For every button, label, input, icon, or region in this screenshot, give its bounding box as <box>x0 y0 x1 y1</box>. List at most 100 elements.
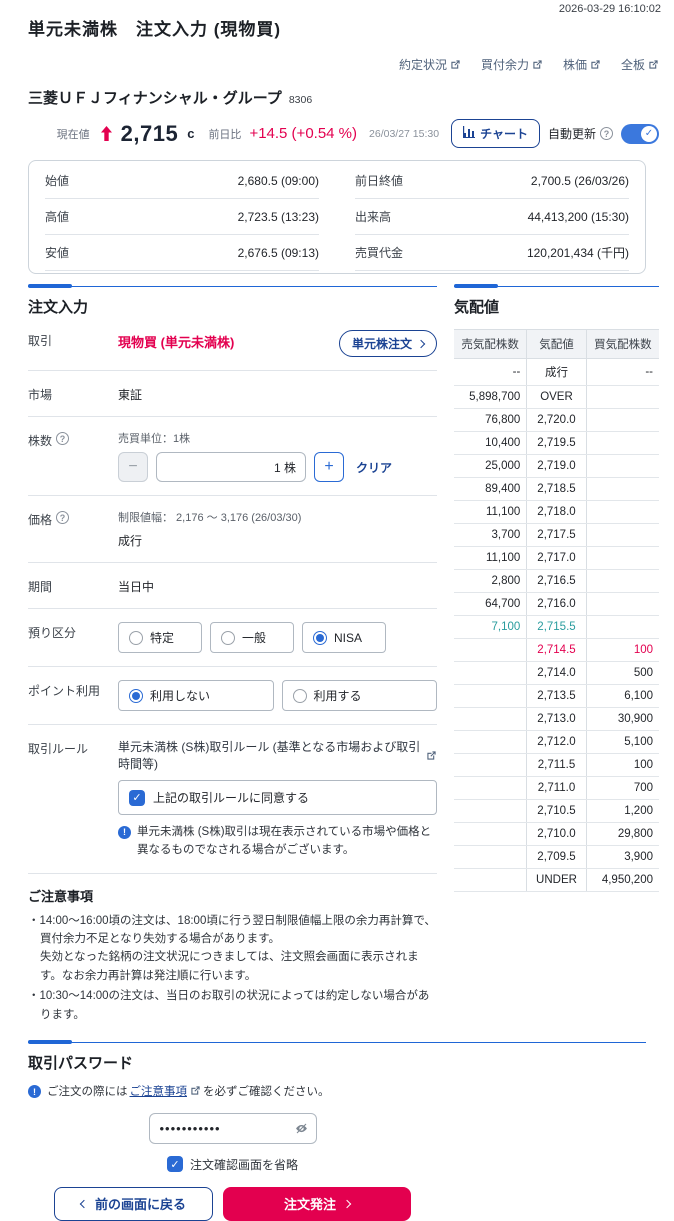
quote-row: 11,100 2,717.0 <box>454 546 659 570</box>
buy-quantity-cell: 6,100 <box>585 684 659 708</box>
page-title: 単元未満株 注文入力 (現物買) <box>28 20 282 39</box>
external-link-icon <box>648 59 659 70</box>
quote-row: 2,713.5 6,100 <box>454 684 659 708</box>
price-label-text: 価格 <box>28 513 53 527</box>
account-option-nisa[interactable]: NISA <box>302 622 386 653</box>
quote-price-cell: 2,712.0 <box>526 730 587 754</box>
quantity-minus-button[interactable]: − <box>118 452 148 482</box>
quantity-label: 株数 ? <box>28 430 118 482</box>
checkbox-checked-icon: ✓ <box>166 1156 183 1173</box>
chart-button[interactable]: チャート <box>451 119 540 148</box>
price-up-arrow-icon <box>100 126 113 141</box>
quantity-input[interactable] <box>156 452 306 482</box>
col-quote-price: 気配値 <box>526 329 587 359</box>
points-option-yes[interactable]: 利用する <box>281 680 437 711</box>
info-icon: ! <box>28 1085 41 1099</box>
row-period: 期間 当日中 <box>28 563 437 609</box>
trading-rules-link[interactable]: 単元未満株 (S株)取引ルール (基準となる市場および取引時間等) <box>118 738 437 772</box>
skip-confirm-checkbox[interactable]: ✓ 注文確認画面を省略 <box>166 1156 298 1173</box>
quote-price-cell: 2,719.0 <box>526 454 587 478</box>
link-full-board[interactable]: 全板 <box>621 56 659 73</box>
buy-quantity-cell: 30,900 <box>585 707 659 731</box>
quote-price-cell: 2,711.0 <box>526 776 587 800</box>
row-trading-rules: 取引ルール 単元未満株 (S株)取引ルール (基準となる市場および取引時間等) … <box>28 725 437 874</box>
period-label: 期間 <box>28 580 53 594</box>
current-price: 2,715 <box>120 120 179 146</box>
current-price-label: 現在値 <box>56 128 90 141</box>
quote-row: 2,710.5 1,200 <box>454 799 659 823</box>
unit-share-order-button[interactable]: 単元株注文 <box>338 330 437 357</box>
auto-update-toggle[interactable]: ✓ <box>621 123 659 144</box>
quote-price-cell: 2,714.5 <box>526 638 587 662</box>
account-option-tokutei[interactable]: 特定 <box>118 622 202 653</box>
quote-row: 11,100 2,718.0 <box>454 500 659 524</box>
quote-board-header: 気配値 <box>454 284 659 317</box>
quantity-clear-link[interactable]: クリア <box>356 459 392 476</box>
notice-prefix: ご注文の際には <box>47 1085 128 1098</box>
password-controls: ✓ 注文確認画面を省略 前の画面に戻る 注文発注 <box>28 1099 437 1221</box>
link-execution-status[interactable]: 約定状況 <box>399 56 461 73</box>
help-icon[interactable]: ? <box>56 511 70 524</box>
agree-rules-label: 上記の取引ルールに同意する <box>153 791 310 805</box>
buy-quantity-cell: 3,900 <box>585 845 659 869</box>
quote-table: 売気配株数 気配値 買気配株数 -- 成行 -- 5,898,700 OVER 76,80… <box>454 329 659 892</box>
buy-quantity-cell <box>585 523 659 547</box>
quantity-plus-button[interactable]: + <box>314 452 344 482</box>
sell-quantity-cell <box>454 707 527 731</box>
radio-selected-icon <box>129 688 143 703</box>
quote-price-cell: 2,713.0 <box>526 707 587 731</box>
checkbox-checked-icon: ✓ <box>129 789 145 806</box>
link-buying-power[interactable]: 買付余力 <box>481 56 543 73</box>
summary-col-right: 前日終値 2,700.5 (26/03/26) 出来高 44,413,200 (… <box>355 163 629 271</box>
summary-label: 始値 <box>45 174 70 188</box>
period-value: 当日中 <box>118 580 155 594</box>
sell-quantity-cell: 2,800 <box>454 569 527 593</box>
radio-icon <box>129 630 143 645</box>
quote-price-cell: 2,711.5 <box>526 753 587 777</box>
quote-row: 2,714.5 100 <box>454 638 659 662</box>
option-label: 利用しない <box>150 689 211 703</box>
quote-row: 2,714.0 500 <box>454 661 659 685</box>
help-icon[interactable]: ? <box>600 127 613 140</box>
agree-rules-checkbox[interactable]: ✓ 上記の取引ルールに同意する <box>118 780 437 815</box>
points-option-no[interactable]: 利用しない <box>118 680 274 711</box>
help-icon[interactable]: ? <box>56 432 70 445</box>
password-field-wrap <box>148 1112 317 1144</box>
stock-header: 三菱ＵＦＪフィナンシャル・グループ 8306 <box>28 87 659 108</box>
submit-order-button[interactable]: 注文発注 <box>223 1186 411 1221</box>
back-button[interactable]: 前の画面に戻る <box>54 1186 213 1221</box>
option-label: 一般 <box>242 631 267 645</box>
sell-quantity-cell <box>454 684 527 708</box>
row-trade-type: 取引 現物買 (単元未満株) 単元株注文 <box>28 317 437 371</box>
summary-row: 売買代金 120,201,434 (千円) <box>355 235 629 271</box>
sell-quantity-cell <box>454 822 527 846</box>
trade-password-input[interactable] <box>148 1112 317 1144</box>
notes-block: ご注意事項 ・14:00～16:00頃の注文は、18:00頃に行う翌日制限値幅上… <box>28 874 437 1036</box>
link-stock-price[interactable]: 株価 <box>563 56 601 73</box>
quote-price-cell: 2,710.5 <box>526 799 587 823</box>
notes-heading: ご注意事項 <box>28 888 94 904</box>
caution-link[interactable]: ご注意事項 <box>130 1083 188 1099</box>
buy-quantity-cell: 100 <box>585 753 659 777</box>
summary-label: 高値 <box>45 210 70 224</box>
quote-row: 89,400 2,718.5 <box>454 477 659 501</box>
password-notice: ! ご注文の際には ご注意事項 を必ずご確認ください。 <box>28 1083 646 1099</box>
link-label: 株価 <box>562 58 587 72</box>
chevron-left-icon <box>79 1199 89 1209</box>
price-value: 成行 <box>118 534 143 548</box>
summary-col-left: 始値 2,680.5 (09:00) 高値 2,723.5 (13:23) 安値… <box>45 163 319 271</box>
summary-row: 出来高 44,413,200 (15:30) <box>355 199 629 235</box>
sell-quantity-cell <box>454 730 527 754</box>
buy-quantity-cell: 500 <box>585 661 659 685</box>
sell-quantity-cell: 3,700 <box>454 523 527 547</box>
quote-row: 2,711.0 700 <box>454 776 659 800</box>
quote-row: 2,710.0 29,800 <box>454 822 659 846</box>
quote-price-cell: 2,716.5 <box>526 569 587 593</box>
row-quantity: 株数 ? 売買単位：1株 − + クリア <box>28 417 437 496</box>
price-limit-note: 制限値幅： 2,176 ～ 3,176 (26/03/30) <box>118 512 302 524</box>
submit-button-label: 注文発注 <box>283 1197 336 1213</box>
eye-slash-icon[interactable] <box>294 1121 309 1136</box>
account-option-ippan[interactable]: 一般 <box>210 622 294 653</box>
quote-price-cell: 2,710.0 <box>526 822 587 846</box>
sell-quantity-cell: 76,800 <box>454 408 527 432</box>
